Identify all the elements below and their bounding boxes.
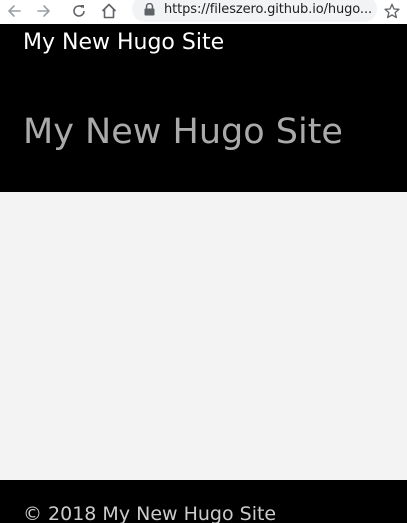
url-text[interactable]: https://fileszero.github.io/hugo... [164, 2, 372, 17]
site-title-link[interactable]: My New Hugo Site [23, 30, 224, 55]
star-icon[interactable] [381, 0, 403, 22]
browser-toolbar: https://fileszero.github.io/hugo... [0, 0, 407, 24]
home-icon[interactable] [98, 0, 120, 22]
forward-arrow-icon[interactable] [33, 0, 55, 22]
main-content [0, 192, 407, 480]
hero-title: My New Hugo Site [23, 112, 343, 152]
reload-icon[interactable] [68, 0, 90, 22]
footer-copyright: © 2018 My New Hugo Site [23, 503, 277, 523]
site-footer: © 2018 My New Hugo Site [0, 480, 407, 523]
back-arrow-icon[interactable] [3, 0, 25, 22]
lock-icon[interactable] [142, 2, 156, 16]
address-bar[interactable]: https://fileszero.github.io/hugo... [132, 0, 377, 22]
site-header: My New Hugo Site My New Hugo Site [0, 24, 407, 192]
